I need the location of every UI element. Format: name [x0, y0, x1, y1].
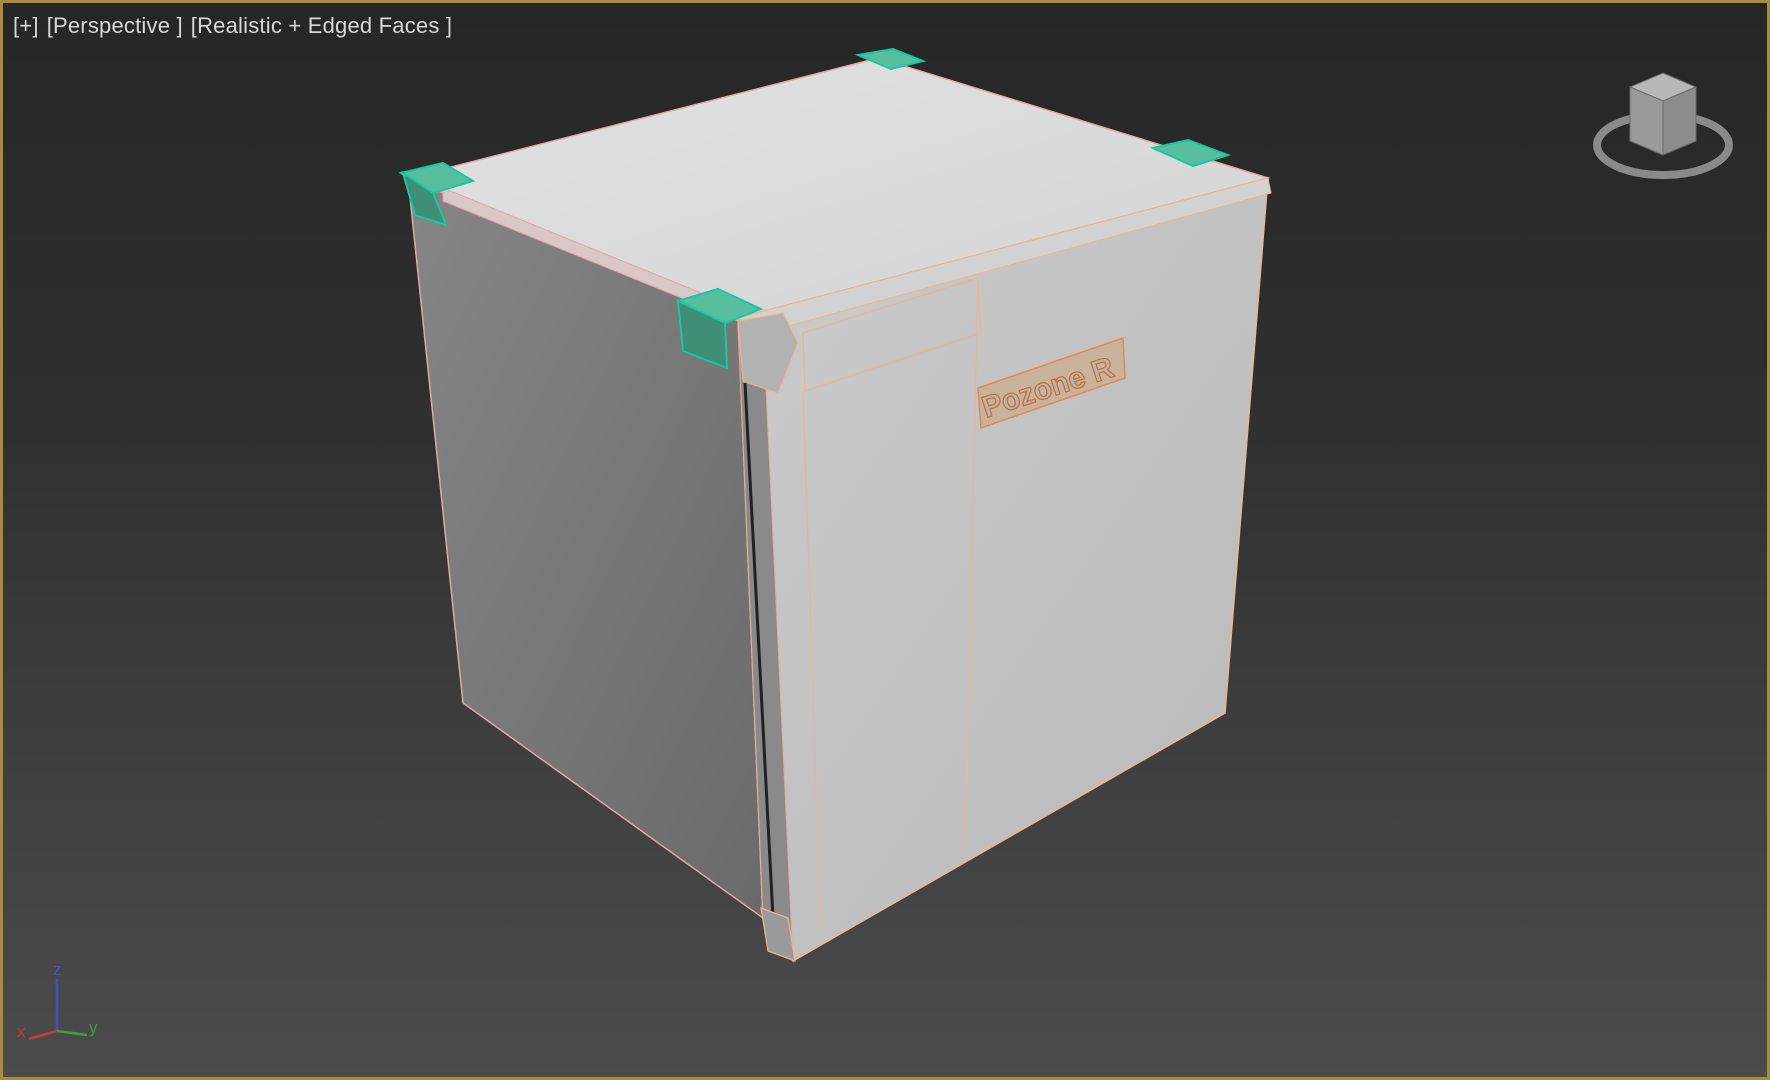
viewcube-icon[interactable] — [1588, 63, 1738, 193]
scene-canvas[interactable]: Pozone R — [3, 3, 1770, 1080]
y-axis-line — [56, 1029, 88, 1037]
y-axis-label: y — [89, 1018, 98, 1037]
x-axis-line — [28, 1029, 58, 1041]
perspective-viewport[interactable]: [+] [Perspective ] [Realistic + Edged Fa… — [0, 0, 1770, 1080]
x-axis-label: x — [17, 1022, 26, 1041]
z-axis-label: z — [53, 961, 62, 979]
axis-tripod-icon: z x y — [17, 961, 98, 1041]
fridge-model[interactable]: Pozone R — [398, 47, 1272, 963]
